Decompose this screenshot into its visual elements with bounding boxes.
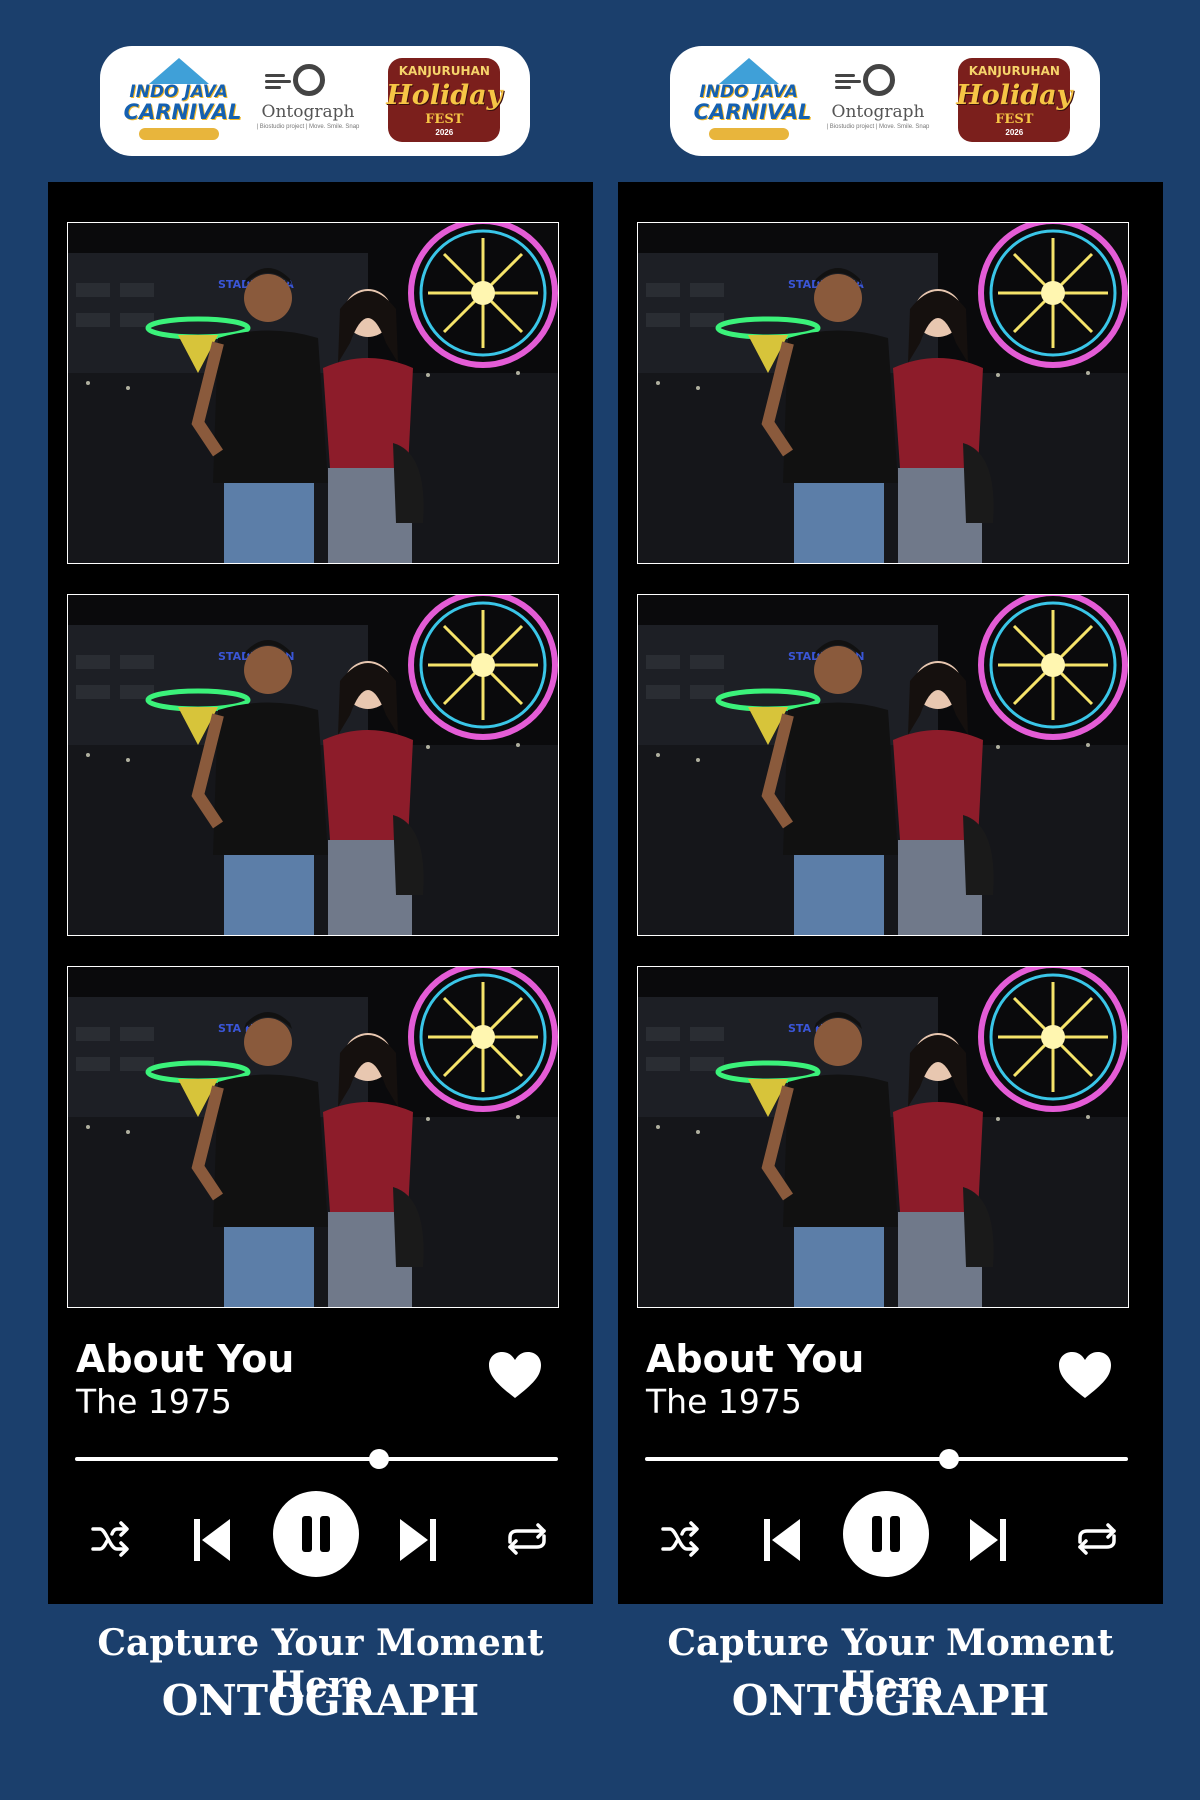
skip-next-icon[interactable] xyxy=(398,1517,438,1568)
skip-previous-icon[interactable] xyxy=(762,1517,802,1568)
kanjuruhan-holiday-fest-logo: KANJURUHAN Holiday FEST 2026 xyxy=(952,54,1076,148)
carnival-tent-icon xyxy=(718,58,779,84)
carnival-photo: STADION AN xyxy=(68,595,558,935)
carnival-scroll-ornament xyxy=(138,128,219,140)
photo-strip-left: INDO JAVA CARNIVAL Ontograph | Biostudio… xyxy=(0,0,600,1800)
photo-1: STADION KA xyxy=(637,222,1129,564)
kanjuruhan-holiday-fest-logo: KANJURUHAN Holiday FEST 2026 xyxy=(382,54,506,148)
carnival-scroll-ornament xyxy=(708,128,789,140)
progress-knob[interactable] xyxy=(369,1449,390,1469)
photo-strip-right: INDO JAVA CARNIVAL Ontograph | Biostudio… xyxy=(570,0,1170,1800)
speed-lines-icon xyxy=(264,71,291,92)
carnival-photo: STA HAN xyxy=(638,967,1128,1307)
song-artist: The 1975 xyxy=(646,1382,802,1421)
repeat-icon[interactable] xyxy=(1074,1520,1120,1563)
shuffle-icon[interactable] xyxy=(660,1520,702,1563)
progress-knob[interactable] xyxy=(939,1449,960,1469)
carnival-photo: STADION KA xyxy=(638,223,1128,563)
photo-3: STA HAN xyxy=(637,966,1129,1308)
lens-icon xyxy=(862,64,895,96)
sponsor-logo-bar: INDO JAVA CARNIVAL Ontograph | Biostudio… xyxy=(100,46,530,156)
progress-bar[interactable] xyxy=(75,1449,558,1469)
ontograph-logo: Ontograph | Biostudio project | Move. Sm… xyxy=(823,56,933,146)
photo-3: STA HAN xyxy=(67,966,559,1308)
indo-java-carnival-logo: INDO JAVA CARNIVAL xyxy=(124,56,241,146)
carnival-photo: STADION KA xyxy=(68,223,558,563)
heart-icon[interactable] xyxy=(1057,1350,1113,1405)
caption-brand: ONTOGRAPH xyxy=(161,1676,480,1725)
caption-brand: ONTOGRAPH xyxy=(731,1676,1050,1725)
song-title: About You xyxy=(76,1337,295,1381)
playback-controls xyxy=(618,1491,1163,1592)
shuffle-icon[interactable] xyxy=(90,1520,132,1563)
playback-controls xyxy=(48,1491,593,1592)
carnival-tent-icon xyxy=(148,58,209,84)
photo-2: STADION AN xyxy=(637,594,1129,936)
sponsor-logo-bar: INDO JAVA CARNIVAL Ontograph | Biostudio… xyxy=(670,46,1100,156)
ontograph-logo: Ontograph | Biostudio project | Move. Sm… xyxy=(253,56,363,146)
music-player-panel: STADION KA xyxy=(48,182,593,1604)
photo-1: STADION KA xyxy=(67,222,559,564)
repeat-icon[interactable] xyxy=(504,1520,550,1563)
pause-button[interactable] xyxy=(272,1490,360,1583)
speed-lines-icon xyxy=(834,71,861,92)
progress-bar[interactable] xyxy=(645,1449,1128,1469)
skip-previous-icon[interactable] xyxy=(192,1517,232,1568)
carnival-photo: STA HAN xyxy=(68,967,558,1307)
carnival-photo: STADION AN xyxy=(638,595,1128,935)
skip-next-icon[interactable] xyxy=(968,1517,1008,1568)
pause-button[interactable] xyxy=(842,1490,930,1583)
music-player-panel: STADION KA xyxy=(618,182,1163,1604)
photo-2: STADION AN xyxy=(67,594,559,936)
song-artist: The 1975 xyxy=(76,1382,232,1421)
indo-java-carnival-logo: INDO JAVA CARNIVAL xyxy=(694,56,811,146)
heart-icon[interactable] xyxy=(487,1350,543,1405)
song-title: About You xyxy=(646,1337,865,1381)
lens-icon xyxy=(292,64,325,96)
